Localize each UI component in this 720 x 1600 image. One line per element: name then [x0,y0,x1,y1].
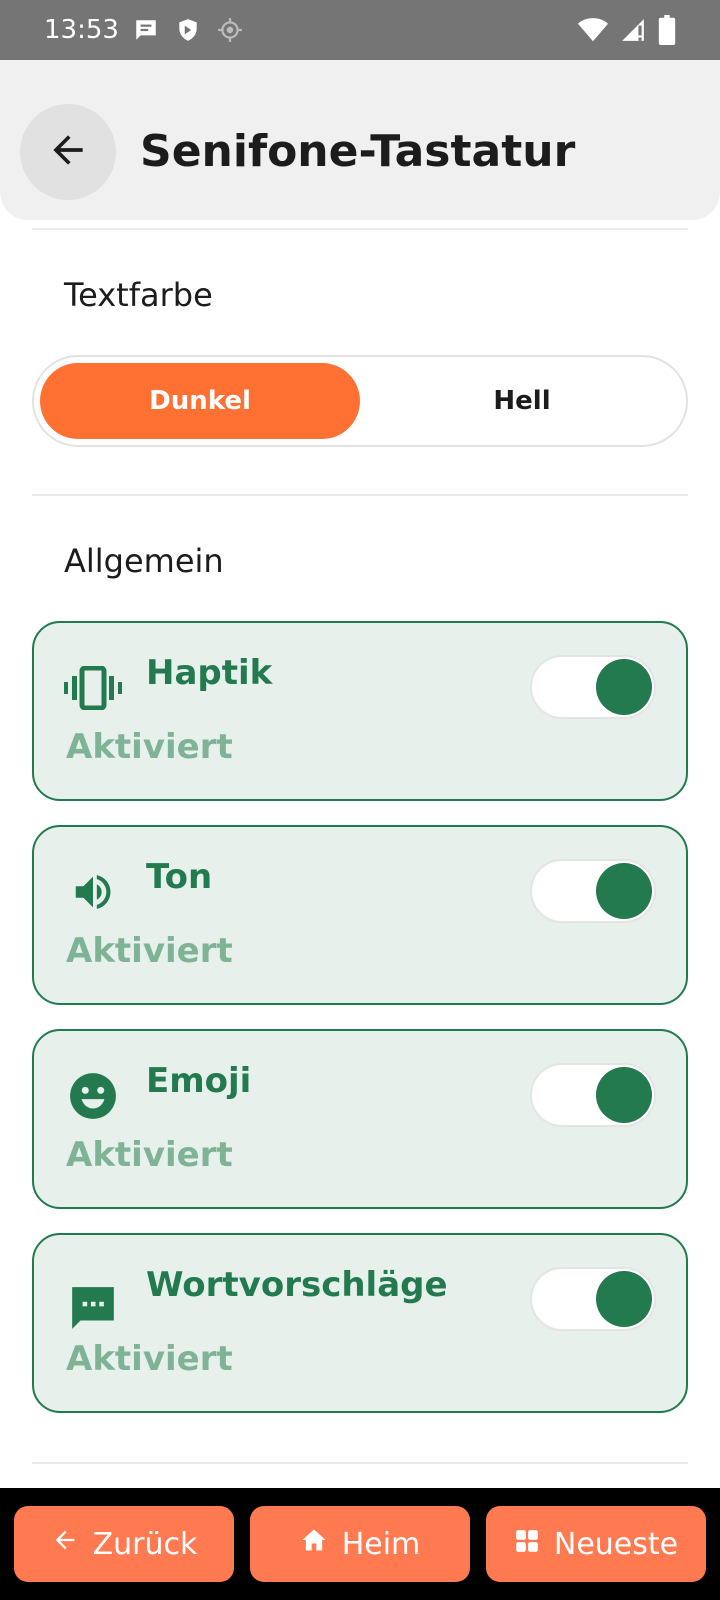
wifi-icon [578,17,608,43]
setting-status: Aktiviert [66,931,233,971]
signal-icon [620,17,646,43]
setting-title: Emoji [146,1061,252,1101]
segment-dunkel-label: Dunkel [149,386,251,416]
setting-status: Aktiviert [66,1339,233,1379]
emoji-icon [64,1067,122,1125]
setting-card-haptik[interactable]: Haptik Aktiviert [32,621,688,801]
segment-dunkel[interactable]: Dunkel [40,363,360,439]
setting-card-ton[interactable]: Ton Aktiviert [32,825,688,1005]
setting-card-wortvorschlaege[interactable]: Wortvorschläge Aktiviert [32,1233,688,1413]
vibration-icon [64,659,122,717]
status-time: 13:53 [44,15,119,45]
volume-icon [64,863,122,921]
nav-home-label: Heim [341,1526,421,1562]
nav-recent-label: Neueste [553,1526,679,1562]
divider [32,228,688,230]
section-title-allgemein: Allgemein [64,542,224,580]
toggle-knob [596,1271,652,1327]
nav-recent-button[interactable]: Neueste [486,1506,706,1582]
shield-icon [175,17,201,43]
nav-back-button[interactable]: Zurück [14,1506,234,1582]
home-icon [300,1526,328,1562]
setting-status: Aktiviert [66,727,233,767]
divider [32,1462,688,1464]
haptik-toggle[interactable] [530,655,656,719]
grid-icon [514,1527,540,1562]
setting-title: Ton [146,857,213,897]
nav-back-label: Zurück [92,1526,198,1562]
back-button[interactable] [20,104,116,200]
arrow-left-icon [51,1526,79,1562]
segment-hell-label: Hell [493,386,551,416]
bottom-navigation: Zurück Heim Neueste [0,1488,720,1600]
divider [32,494,688,496]
setting-title: Haptik [146,653,273,693]
text-color-segmented-control: Dunkel Hell [32,355,688,447]
segment-hell[interactable]: Hell [362,363,682,439]
emoji-toggle[interactable] [530,1063,656,1127]
setting-status: Aktiviert [66,1135,233,1175]
setting-title: Wortvorschläge [146,1265,448,1305]
setting-card-emoji[interactable]: Emoji Aktiviert [32,1029,688,1209]
message-icon [133,17,159,43]
status-bar: 13:53 [0,0,720,60]
ton-toggle[interactable] [530,859,656,923]
app-header: Senifone-Tastatur [0,60,720,220]
toggle-knob [596,863,652,919]
nav-home-button[interactable]: Heim [250,1506,470,1582]
location-icon [217,17,243,43]
section-title-textfarbe: Textfarbe [64,276,213,314]
toggle-knob [596,659,652,715]
arrow-left-icon [46,128,90,177]
page-title: Senifone-Tastatur [140,126,576,177]
battery-icon [658,15,676,45]
toggle-knob [596,1067,652,1123]
wortvorschlaege-toggle[interactable] [530,1267,656,1331]
chat-icon [64,1279,122,1337]
